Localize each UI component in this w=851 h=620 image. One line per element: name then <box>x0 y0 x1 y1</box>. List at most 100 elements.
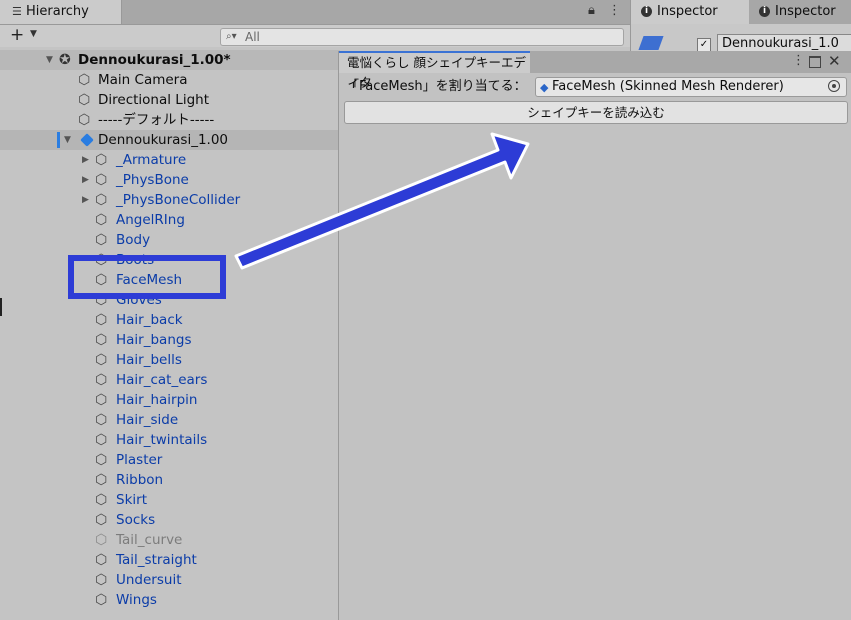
facemesh-value: FaceMesh (Skinned Mesh Renderer) <box>552 79 784 94</box>
gameobject-cube-icon: ⬡ <box>95 192 108 208</box>
gameobject-cube-icon: ⬡ <box>95 352 108 368</box>
item-label: _PhysBone <box>116 172 189 188</box>
maximize-icon[interactable] <box>809 56 821 68</box>
gameobject-cube-icon: ⬡ <box>78 112 91 128</box>
list-item[interactable]: ⬡ Undersuit <box>0 570 340 590</box>
more-options-icon[interactable]: ⋮ <box>792 53 805 68</box>
gameobject-cube-icon: ⬡ <box>78 72 91 88</box>
search-input[interactable]: ⌕▾ All <box>220 28 624 46</box>
item-label: Hair_twintails <box>116 432 208 448</box>
list-item[interactable]: ⬡ Skirt <box>0 490 340 510</box>
list-item[interactable]: ▶ ⬡ _Armature <box>0 150 340 170</box>
tab-inspector[interactable]: i Inspector <box>631 0 749 24</box>
active-checkbox[interactable]: ✓ <box>697 38 711 52</box>
gameobject-cube-icon: ⬡ <box>95 592 108 608</box>
item-label: Tail_curve <box>116 532 183 548</box>
expand-arrow-icon[interactable]: ▼ <box>64 130 71 150</box>
list-item[interactable]: ▶ ⬡ _PhysBone <box>0 170 340 190</box>
gameobject-cube-icon: ⬡ <box>95 472 108 488</box>
gameobject-cube-icon: ⬡ <box>95 232 108 248</box>
item-label: Main Camera <box>98 72 188 88</box>
skinned-mesh-icon: ◆ <box>540 81 549 94</box>
hierarchy-tab-label: Hierarchy <box>26 4 89 19</box>
list-icon: ☰ <box>12 5 22 18</box>
object-picker-icon[interactable] <box>828 80 840 92</box>
list-item[interactable]: ⬡ Main Camera <box>0 70 340 90</box>
expand-arrow-icon[interactable]: ▼ <box>46 50 53 70</box>
list-item[interactable]: ⬡ Hair_back <box>0 310 340 330</box>
item-label: Body <box>116 232 151 248</box>
lock-icon[interactable]: 🔒︎ <box>588 3 595 18</box>
list-item[interactable]: ⬡ Hair_bangs <box>0 330 340 350</box>
item-label: Hair_bells <box>116 352 182 368</box>
scene-row[interactable]: ▼ ✪ Dennoukurasi_1.00* <box>0 50 340 70</box>
search-placeholder: All <box>245 30 260 44</box>
hierarchy-toolbar: + ▼ ⌕▾ All <box>0 25 630 47</box>
list-item[interactable]: ▼ Dennoukurasi_1.00 <box>0 130 340 150</box>
item-label: Directional Light <box>98 92 209 108</box>
gameobject-cube-icon: ⬡ <box>95 532 108 548</box>
list-item[interactable]: ⬡ Ribbon <box>0 470 340 490</box>
item-label: Hair_hairpin <box>116 392 198 408</box>
list-item[interactable]: ⬡ Body <box>0 230 340 250</box>
inspector-tabbar: i Inspector i Inspector <box>631 0 851 24</box>
item-label: Skirt <box>116 492 147 508</box>
gameobject-cube-icon: ⬡ <box>95 412 108 428</box>
expand-arrow-icon[interactable]: ▶ <box>82 150 89 170</box>
hierarchy-tree: ▼ ✪ Dennoukurasi_1.00* ⬡ Main Camera ⬡ D… <box>0 50 340 620</box>
list-item[interactable]: ⬡ Hair_side <box>0 410 340 430</box>
list-item[interactable]: ⬡ Socks <box>0 510 340 530</box>
expand-arrow-icon[interactable]: ▶ <box>82 170 89 190</box>
item-label: Tail_straight <box>116 552 197 568</box>
add-button[interactable]: + <box>10 26 24 44</box>
list-item[interactable]: ⬡ Hair_hairpin <box>0 390 340 410</box>
list-item[interactable]: ⬡ Hair_twintails <box>0 430 340 450</box>
item-label: Hair_cat_ears <box>116 372 208 388</box>
inspector-tab-label: Inspector <box>775 4 836 19</box>
expand-arrow-icon[interactable]: ▶ <box>82 190 89 210</box>
edge-marker <box>0 298 2 316</box>
item-label: Plaster <box>116 452 163 468</box>
gameobject-cube-icon: ⬡ <box>95 372 108 388</box>
item-label: -----デフォルト----- <box>98 112 215 128</box>
facemesh-object-field[interactable]: ◆ FaceMesh (Skinned Mesh Renderer) <box>535 77 847 97</box>
list-item[interactable]: ⬡ Directional Light <box>0 90 340 110</box>
gameobject-cube-icon: ⬡ <box>95 312 108 328</box>
list-item[interactable]: ⬡ Hair_cat_ears <box>0 370 340 390</box>
gameobject-cube-icon: ⬡ <box>78 92 91 108</box>
tab-inspector-2[interactable]: i Inspector <box>751 0 836 24</box>
list-item[interactable]: ⬡ Tail_straight <box>0 550 340 570</box>
gameobject-cube-icon: ⬡ <box>95 452 108 468</box>
hierarchy-tabbar: ☰ Hierarchy 🔒︎ ⋮ <box>0 0 630 25</box>
info-icon: i <box>759 6 770 17</box>
item-label: Dennoukurasi_1.00 <box>98 132 229 148</box>
hierarchy-tab[interactable]: ☰ Hierarchy <box>0 0 122 24</box>
gameobject-cube-icon: ⬡ <box>95 512 108 528</box>
gameobject-cube-icon: ⬡ <box>95 152 108 168</box>
more-options-icon[interactable]: ⋮ <box>608 3 621 18</box>
list-item[interactable]: ▶ ⬡ _PhysBoneCollider <box>0 190 340 210</box>
item-label: Hair_bangs <box>116 332 192 348</box>
info-icon: i <box>641 6 652 17</box>
list-item[interactable]: ⬡ AngelRIng <box>0 210 340 230</box>
item-label: Socks <box>116 512 156 528</box>
search-icon: ⌕▾ <box>226 31 237 42</box>
gameobject-cube-icon: ⬡ <box>95 572 108 588</box>
prefab-cube-icon <box>80 133 94 147</box>
item-label: Undersuit <box>116 572 182 588</box>
close-icon[interactable]: ✕ <box>828 51 841 71</box>
list-item[interactable]: ⬡ -----デフォルト----- <box>0 110 340 130</box>
assign-facemesh-label: 「FaceMesh」を割り当てる： <box>346 79 527 94</box>
gameobject-cube-icon: ⬡ <box>95 212 108 228</box>
editor-tab[interactable]: 電悩くらし 顔シェイプキーエディタ <box>339 51 530 90</box>
list-item[interactable]: ⬡ Hair_bells <box>0 350 340 370</box>
list-item[interactable]: ⬡ Plaster <box>0 450 340 470</box>
gameobject-cube-icon: ⬡ <box>95 552 108 568</box>
highlight-box <box>68 255 226 299</box>
chevron-down-icon[interactable]: ▼ <box>30 29 37 39</box>
list-item[interactable]: ⬡ Wings <box>0 590 340 610</box>
gameobject-cube-icon: ⬡ <box>95 492 108 508</box>
list-item[interactable]: ⬡ Tail_curve <box>0 530 340 550</box>
load-shapekeys-button[interactable]: シェイプキーを読み込む <box>344 101 848 124</box>
editor-titlebar: 電悩くらし 顔シェイプキーエディタ ⋮ ✕ <box>339 51 851 90</box>
